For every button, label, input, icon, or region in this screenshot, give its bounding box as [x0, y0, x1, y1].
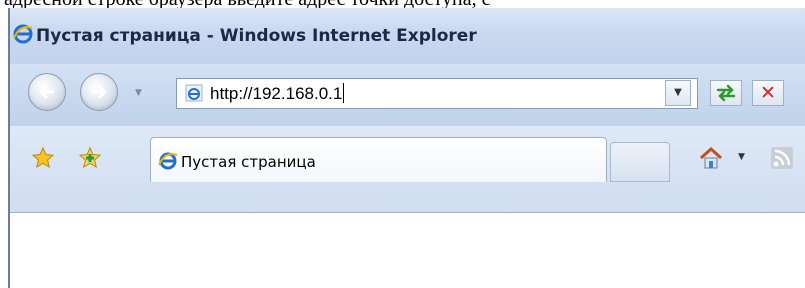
ie-logo-icon: [158, 152, 178, 170]
chevron-down-icon: ▼: [674, 87, 682, 98]
add-favorite-icon[interactable]: [78, 146, 102, 170]
stop-icon: ✕: [760, 82, 776, 104]
refresh-icon: [716, 84, 736, 102]
page-content[interactable]: [20, 213, 805, 281]
home-icon[interactable]: [697, 144, 725, 172]
refresh-button[interactable]: [710, 80, 742, 106]
address-dropdown-button[interactable]: ▼: [665, 80, 691, 106]
tab-label: Пустая страница: [181, 153, 316, 171]
tab-blank-page[interactable]: Пустая страница: [150, 137, 607, 182]
address-input[interactable]: http://192.168.0.1: [210, 83, 345, 104]
favorites-star-icon[interactable]: [31, 146, 55, 170]
history-dropdown-icon[interactable]: ▼: [135, 88, 142, 98]
stop-button[interactable]: ✕: [752, 80, 784, 106]
feeds-icon[interactable]: [770, 146, 794, 170]
title-bar: Пустая страница - Windows Internet Explo…: [10, 8, 805, 64]
ie-page-icon: [185, 84, 203, 102]
window-title: Пустая страница - Windows Internet Explo…: [36, 26, 477, 46]
new-tab-button[interactable]: [610, 142, 670, 182]
ie-logo-icon: [13, 24, 33, 44]
document-text-line: адресной строке браузера введите адрес т…: [4, 0, 805, 8]
back-button[interactable]: [28, 73, 66, 111]
url-text: http://192.168.0.1: [210, 84, 343, 103]
address-bar[interactable]: http://192.168.0.1: [176, 78, 698, 109]
forward-button[interactable]: [80, 73, 118, 111]
text-caret: [343, 83, 345, 103]
back-arrow-icon: [39, 85, 55, 99]
forward-arrow-icon: [91, 85, 107, 99]
home-dropdown-icon[interactable]: ▼: [738, 152, 745, 162]
